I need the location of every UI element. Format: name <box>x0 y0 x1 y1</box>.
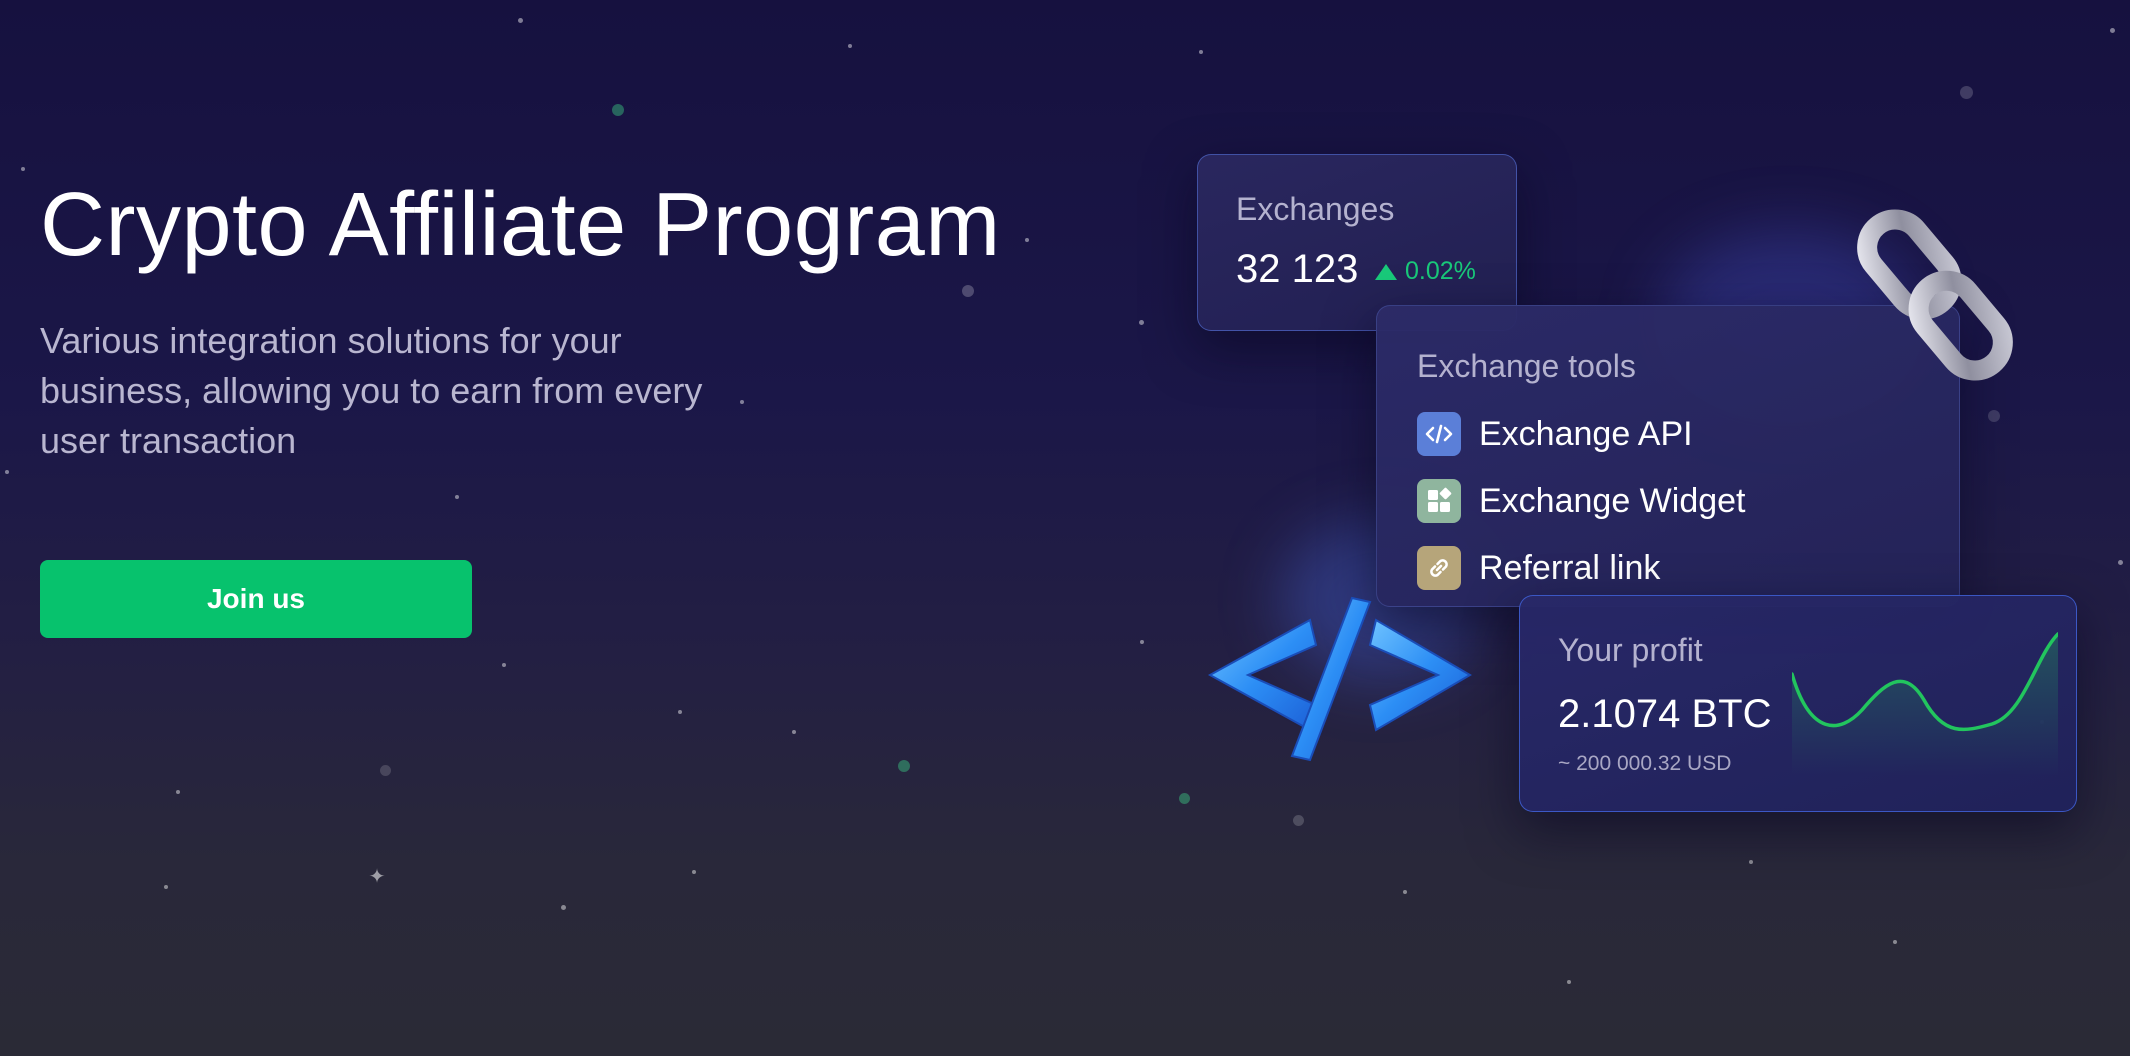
code-icon <box>1417 412 1461 456</box>
hero-section: Crypto Affiliate Program Various integra… <box>40 170 1040 466</box>
tool-item-exchange-widget[interactable]: Exchange Widget <box>1417 479 1746 523</box>
page-title: Crypto Affiliate Program <box>40 175 1001 275</box>
profit-label: Your profit <box>1558 632 1703 668</box>
code-symbol-icon <box>1207 596 1472 762</box>
exchange-tools-label: Exchange tools <box>1417 348 1636 384</box>
profit-usd-value: ~ 200 000.32 USD <box>1558 752 1732 775</box>
tool-item-label: Exchange API <box>1479 414 1693 453</box>
exchanges-change-value: 0.02% <box>1405 257 1476 285</box>
triangle-up-icon <box>1375 263 1397 280</box>
exchanges-label: Exchanges <box>1236 191 1395 227</box>
profit-card: Your profit 2.1074 BTC ~ 200 000.32 USD <box>1519 595 2077 812</box>
exchanges-count: 32 123 <box>1236 247 1359 291</box>
chain-link-icon <box>1857 209 2013 381</box>
profit-sparkline <box>1792 632 2058 776</box>
sparkle-icon: ✦ <box>368 866 386 888</box>
tool-item-referral-link[interactable]: Referral link <box>1417 546 1660 590</box>
tool-item-label: Exchange Widget <box>1479 481 1746 520</box>
join-us-button[interactable]: Join us <box>40 560 472 638</box>
exchanges-change: 0.02% <box>1375 257 1476 286</box>
profit-btc-value: 2.1074 BTC <box>1558 692 1772 736</box>
widget-icon <box>1417 479 1461 523</box>
tool-item-exchange-api[interactable]: Exchange API <box>1417 412 1693 456</box>
hero-subtitle: Various integration solutions for your b… <box>40 320 703 461</box>
link-icon <box>1417 546 1461 590</box>
tool-item-label: Referral link <box>1479 548 1661 587</box>
